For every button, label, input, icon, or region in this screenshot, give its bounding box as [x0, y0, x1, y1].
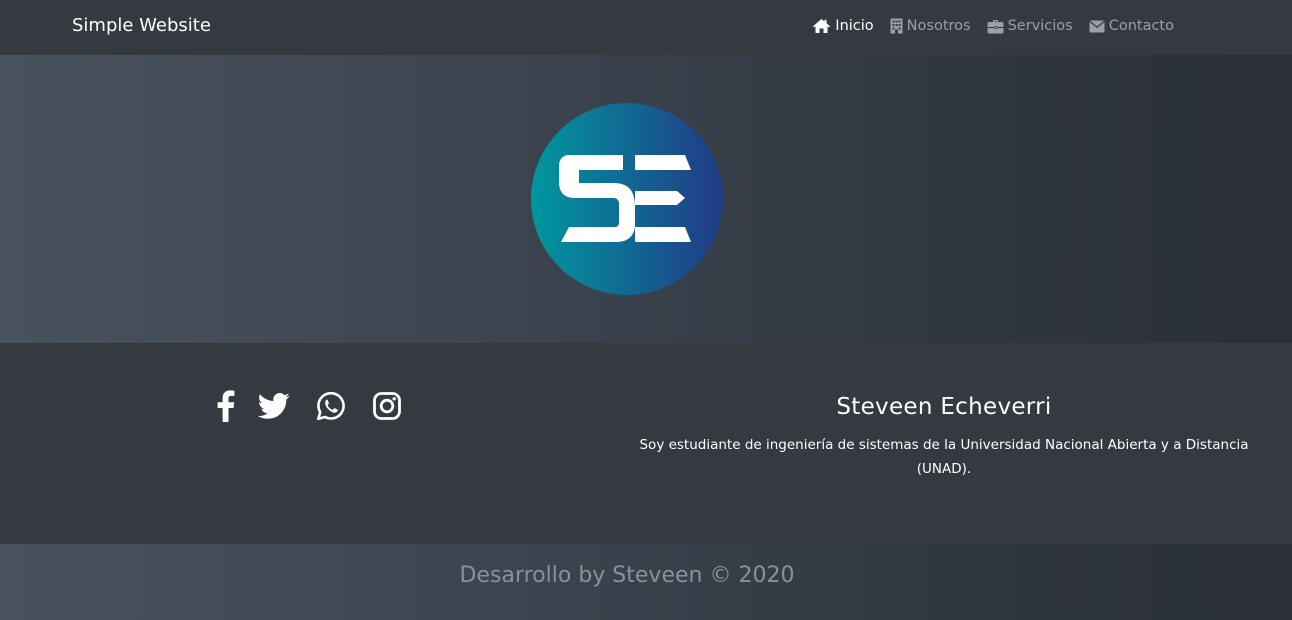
se-logo: [531, 103, 723, 295]
building-icon: [890, 18, 903, 34]
nav-item-label: Inicio: [835, 18, 874, 34]
nav-item-contacto[interactable]: Contacto: [1089, 18, 1174, 34]
nav-item-label: Contacto: [1108, 18, 1174, 34]
navbar-brand[interactable]: Simple Website: [72, 0, 211, 52]
social-links: [214, 390, 402, 422]
briefcase-icon: [987, 19, 1004, 34]
facebook-icon: [214, 390, 236, 422]
facebook-link[interactable]: [214, 390, 236, 422]
nav-item-label: Servicios: [1007, 18, 1073, 34]
twitter-icon: [258, 392, 290, 420]
hero-section: [0, 55, 1292, 343]
nav-item-nosotros[interactable]: Nosotros: [890, 18, 971, 34]
profile-block: Steveen Echeverri Soy estudiante de inge…: [636, 391, 1252, 481]
home-icon: [812, 18, 831, 34]
navbar: Simple Website Inicio Nosotros Servicios…: [0, 0, 1292, 55]
instagram-icon: [372, 391, 402, 421]
footer: Desarrollo by Steveen © 2020: [0, 544, 1292, 620]
nav-item-inicio[interactable]: Inicio: [812, 18, 874, 34]
profile-description: Soy estudiante de ingeniería de sistemas…: [639, 437, 1249, 477]
info-section: Steveen Echeverri Soy estudiante de inge…: [0, 343, 1292, 544]
instagram-link[interactable]: [372, 391, 402, 421]
whatsapp-icon: [316, 391, 346, 421]
nav-item-label: Nosotros: [906, 18, 971, 34]
copyright-text: Desarrollo by Steveen © 2020: [459, 563, 795, 588]
profile-name: Steveen Echeverri: [836, 394, 1052, 420]
envelope-icon: [1089, 20, 1105, 33]
nav-item-servicios[interactable]: Servicios: [987, 18, 1073, 34]
nav-links: Inicio Nosotros Servicios Contacto: [812, 0, 1174, 52]
whatsapp-link[interactable]: [316, 391, 346, 421]
twitter-link[interactable]: [258, 392, 290, 420]
